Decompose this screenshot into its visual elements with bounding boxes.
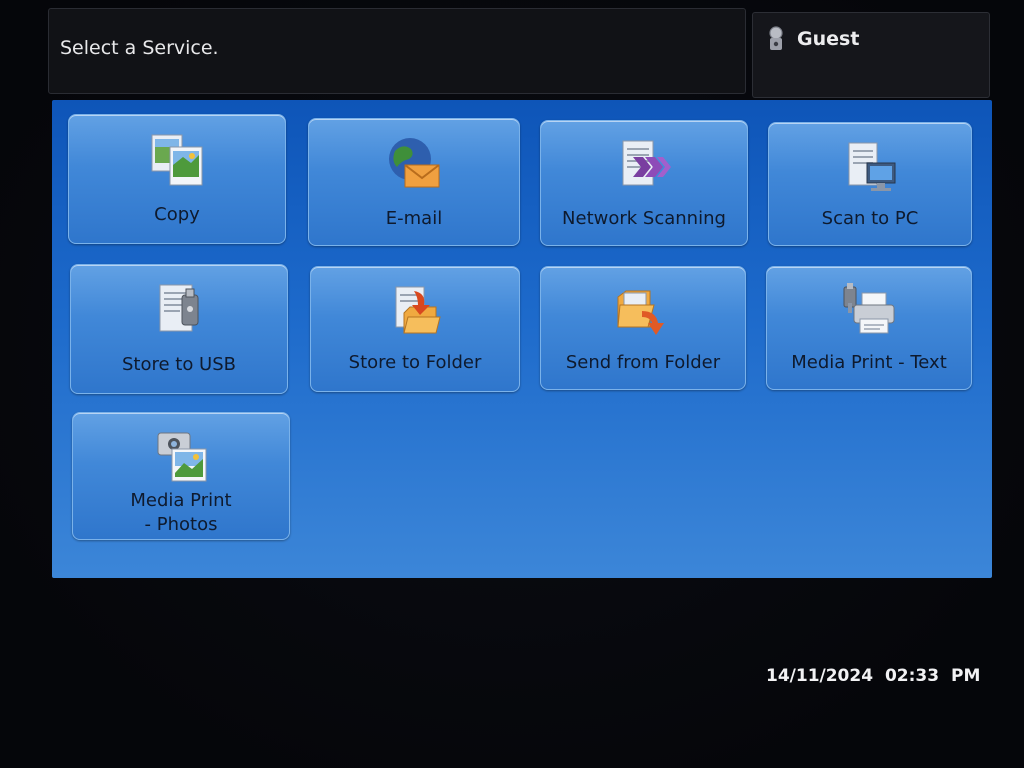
service-label-line2: - Photos (144, 514, 218, 535)
service-media-print-text-button[interactable]: Media Print - Text (766, 266, 972, 390)
media-print-photos-icon (157, 432, 207, 482)
email-icon (389, 138, 440, 188)
service-label: Store to Folder (348, 352, 482, 373)
datetime-display: 14/11/2024 02:33 PM (766, 666, 980, 686)
message-bar: Select a Service. (48, 8, 746, 94)
service-label: Media Print - Text (791, 352, 947, 373)
service-network-scanning-button[interactable]: Network Scanning (540, 120, 748, 246)
service-label: Copy (154, 204, 200, 225)
status-message: Select a Service. (60, 37, 219, 59)
send-from-folder-icon (617, 290, 664, 335)
service-label: Network Scanning (562, 208, 726, 229)
service-email-button[interactable]: E-mail (308, 118, 520, 246)
media-print-text-icon (843, 283, 895, 334)
store-to-usb-icon (159, 284, 199, 332)
service-copy-button[interactable]: Copy (68, 114, 286, 244)
service-scan-to-pc-button[interactable]: Scan to PC (768, 122, 972, 246)
service-label: Send from Folder (565, 352, 721, 373)
device-screen: Select a Service. Guest Copy E-mail Netw… (0, 0, 1024, 768)
service-label: Store to USB (121, 354, 237, 375)
time-text: 02:33 PM (884, 666, 981, 686)
service-label: E-mail (385, 208, 443, 229)
network-scanning-icon (622, 140, 671, 186)
service-media-print-photos-button[interactable]: Media Print - Photos (72, 412, 290, 540)
user-key-icon (769, 26, 783, 50)
service-send-from-folder-button[interactable]: Send from Folder (540, 266, 746, 390)
service-store-to-folder-button[interactable]: Store to Folder (310, 266, 520, 392)
date-text: 14/11/2024 (766, 666, 874, 686)
service-label: Scan to PC (821, 208, 919, 229)
store-to-folder-icon (395, 286, 441, 334)
user-name: Guest (797, 28, 860, 50)
scan-to-pc-icon (848, 142, 896, 191)
services-panel: Copy E-mail Network Scanning Scan to PC … (52, 100, 992, 578)
copy-icon (151, 134, 203, 186)
service-label-line1: Media Print (130, 490, 232, 511)
login-button[interactable]: Guest (752, 12, 990, 98)
service-store-to-usb-button[interactable]: Store to USB (70, 264, 288, 394)
